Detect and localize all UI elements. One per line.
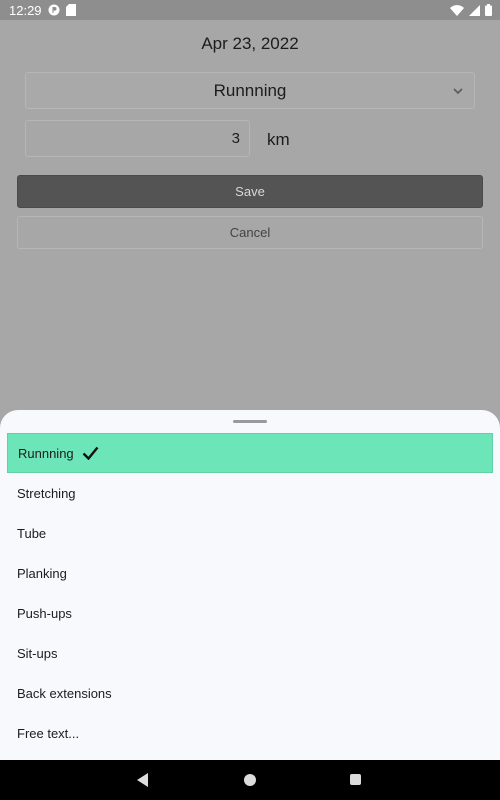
home-icon[interactable] [244, 774, 256, 786]
distance-unit-label: km [267, 130, 290, 149]
battery-icon [485, 4, 492, 16]
activity-option-list: Runnning Stretching Tube Planking Push-u… [0, 433, 500, 753]
chevron-down-icon [451, 83, 465, 103]
activity-select[interactable]: Runnning [25, 72, 475, 109]
back-icon[interactable] [137, 773, 149, 792]
signal-icon [469, 4, 480, 16]
option-label: Tube [17, 525, 47, 541]
navigation-bar [0, 760, 500, 800]
option-running[interactable]: Runnning [7, 433, 493, 473]
status-bar: 12:29 [0, 0, 500, 20]
option-label: Sit-ups [17, 645, 58, 661]
drag-handle[interactable] [233, 420, 267, 423]
activity-select-value: Runnning [213, 80, 287, 100]
distance-input[interactable]: 3 [25, 120, 250, 157]
option-sit-ups[interactable]: Sit-ups [7, 633, 493, 673]
status-time: 12:29 [9, 2, 42, 18]
option-label: Runnning [18, 445, 74, 461]
option-label: Planking [17, 565, 67, 581]
activity-bottom-sheet: Runnning Stretching Tube Planking Push-u… [0, 410, 500, 760]
option-push-ups[interactable]: Push-ups [7, 593, 493, 633]
option-back-extensions[interactable]: Back extensions [7, 673, 493, 713]
recents-icon[interactable] [350, 774, 361, 785]
cancel-button[interactable]: Cancel [17, 216, 483, 249]
save-button[interactable]: Save [17, 175, 483, 208]
check-icon [82, 446, 99, 460]
option-label: Stretching [17, 485, 76, 501]
distance-value: 3 [231, 130, 240, 147]
notification-icon [48, 4, 60, 16]
option-planking[interactable]: Planking [7, 553, 493, 593]
wifi-icon [450, 4, 464, 16]
entry-form: Apr 23, 2022 Runnning 3 km Save Cancel [0, 20, 500, 410]
option-free-text[interactable]: Free text... [7, 713, 493, 753]
option-label: Free text... [17, 725, 80, 741]
option-tube[interactable]: Tube [7, 513, 493, 553]
option-stretching[interactable]: Stretching [7, 473, 493, 513]
sd-card-icon [65, 4, 76, 16]
option-label: Push-ups [17, 605, 72, 621]
option-label: Back extensions [17, 685, 112, 701]
date-label[interactable]: Apr 23, 2022 [0, 34, 500, 54]
